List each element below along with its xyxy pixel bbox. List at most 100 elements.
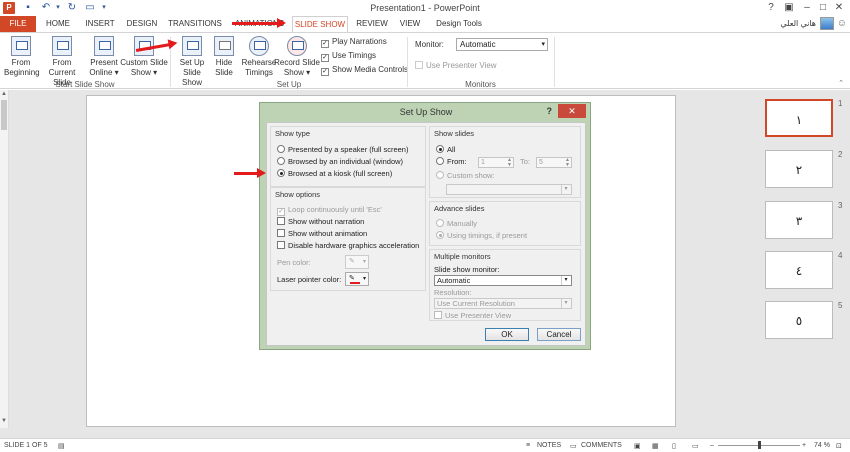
dialog-use-presenter-view-checkbox[interactable]: Use Presenter View (434, 311, 511, 321)
pen-color-picker[interactable]: ✎ ▾ (345, 255, 369, 269)
chevron-down-icon: ▾ (362, 276, 366, 282)
spelling-icon[interactable]: ▤ (58, 442, 65, 450)
slide-number: 2 (838, 150, 843, 159)
chevron-down-icon: ▾ (561, 299, 570, 308)
slide-sorter-icon[interactable]: ▦ (652, 442, 659, 450)
play-narrations-checkbox[interactable]: ✓ Play Narrations (321, 37, 387, 48)
from-slide-stepper[interactable]: 1 ▲ ▼ (478, 157, 514, 168)
fit-slide-icon[interactable]: ⊡ (836, 442, 842, 450)
tab-home[interactable]: HOME (40, 16, 76, 32)
show-without-narration-checkbox[interactable]: Show without narration (277, 217, 364, 227)
stepper-arrows-icon: ▲ ▼ (565, 157, 570, 168)
radio-selected-icon (436, 145, 444, 153)
slide-thumbnail-4[interactable]: ٤ (765, 251, 833, 289)
help-icon[interactable]: ? (764, 1, 778, 15)
show-without-animation-checkbox[interactable]: Show without animation (277, 229, 367, 239)
advance-using-timings-radio[interactable]: Using timings, if present (436, 231, 527, 241)
scroll-down-icon[interactable]: ▼ (1, 418, 7, 424)
zoom-level[interactable]: 74 % (814, 442, 830, 449)
slide-show-view-icon[interactable]: ▭ (692, 442, 699, 450)
maximize-icon[interactable]: □ (816, 1, 830, 15)
vertical-scrollbar[interactable]: ▲ ▼ (0, 90, 9, 428)
scroll-up-icon[interactable]: ▲ (1, 91, 7, 97)
chevron-down-icon: ▾ (362, 259, 366, 265)
use-presenter-view-checkbox: Use Presenter View (415, 61, 497, 70)
to-slide-label: To: (520, 157, 531, 166)
tab-view[interactable]: VIEW (396, 16, 424, 32)
custom-show-select[interactable]: ▾ (446, 184, 572, 195)
tab-insert[interactable]: INSERT (82, 16, 118, 32)
set-up-slide-show-icon (182, 36, 202, 56)
stepper-arrows-icon: ▲ ▼ (507, 157, 512, 168)
present-online-button[interactable]: Present Online ▾ (88, 36, 120, 78)
notes-icon: ≡ (526, 442, 531, 449)
checkbox-icon (277, 229, 285, 237)
disable-hardware-acceleration-checkbox[interactable]: Disable hardware graphics acceleration (277, 241, 419, 251)
zoom-slider-thumb[interactable] (758, 441, 761, 449)
status-bar: SLIDE 1 OF 5 ▤ ≡ NOTES ▭ COMMENTS ▣ ▦ ▯ … (0, 438, 850, 452)
ok-button[interactable]: OK (485, 328, 529, 341)
all-slides-radio[interactable]: All (436, 145, 455, 155)
user-name[interactable]: هاني العلي (780, 19, 816, 28)
zoom-in-icon[interactable]: + (802, 442, 806, 449)
monitor-select[interactable]: Automatic ▾ (456, 38, 548, 51)
slide-thumbnail-1[interactable]: ١ (765, 99, 833, 137)
minimize-icon[interactable]: – (800, 1, 814, 15)
slide-show-monitor-label: Slide show monitor: (434, 265, 500, 274)
group-label-monitors: Monitors (465, 80, 496, 89)
use-timings-checkbox[interactable]: ✓ Use Timings (321, 51, 376, 62)
from-slide-radio[interactable]: From: (436, 157, 467, 167)
collapse-ribbon-icon[interactable]: ⌃ (838, 79, 844, 87)
comments-button[interactable]: COMMENTS (581, 442, 622, 449)
radio-icon (277, 145, 285, 153)
chevron-down-icon: ▾ (561, 185, 570, 194)
dialog-help-button[interactable]: ? (547, 106, 553, 116)
presented-by-speaker-radio[interactable]: Presented by a speaker (full screen) (277, 145, 408, 155)
close-window-icon[interactable]: ✕ (832, 1, 846, 15)
normal-view-icon[interactable]: ▣ (634, 442, 641, 450)
notes-button[interactable]: NOTES (537, 442, 561, 449)
tab-file[interactable]: FILE (0, 16, 36, 32)
record-slide-show-button[interactable]: Record Slide Show ▾ (274, 36, 320, 78)
dialog-close-button[interactable]: ✕ (558, 104, 586, 118)
ribbon-tabs: FILE HOME INSERT DESIGN TRANSITIONS ANIM… (0, 16, 850, 33)
custom-slide-show-button[interactable]: Custom Slide Show ▾ (120, 36, 168, 78)
radio-icon (277, 157, 285, 165)
reading-view-icon[interactable]: ▯ (672, 442, 676, 450)
hide-slide-button[interactable]: Hide Slide (212, 36, 236, 78)
advance-manually-radio[interactable]: Manually (436, 219, 477, 229)
show-media-controls-checkbox[interactable]: ✓ Show Media Controls (321, 65, 408, 76)
avatar[interactable] (820, 17, 834, 30)
tab-design[interactable]: DESIGN (124, 16, 160, 32)
slide-thumbnail-3[interactable]: ٣ (765, 201, 833, 239)
from-beginning-button[interactable]: From Beginning (4, 36, 40, 78)
tab-slide-show[interactable]: SLIDE SHOW (292, 16, 348, 33)
custom-show-radio[interactable]: Custom show: (436, 171, 495, 181)
slide-thumbnail-5[interactable]: ٥ (765, 301, 833, 339)
cancel-button[interactable]: Cancel (537, 328, 581, 341)
slide-number: 1 (838, 99, 843, 108)
from-beginning-icon (11, 36, 31, 56)
resolution-select[interactable]: Use Current Resolution ▾ (434, 298, 572, 309)
slide-show-monitor-select[interactable]: Automatic ▾ (434, 275, 572, 286)
to-slide-stepper[interactable]: 5 ▲ ▼ (536, 157, 572, 168)
group-title: Multiple monitors (434, 252, 491, 261)
group-label-start-slide-show: Start Slide Show (55, 80, 115, 89)
rehearse-timings-button[interactable]: Rehearse Timings (240, 36, 278, 78)
tab-design-tools[interactable]: Design Tools (432, 16, 486, 32)
browsed-at-kiosk-radio[interactable]: Browsed at a kiosk (full screen) (277, 169, 392, 179)
loop-continuously-checkbox[interactable]: ✓ Loop continuously until 'Esc' (277, 205, 382, 216)
scroll-thumb[interactable] (1, 100, 7, 130)
zoom-out-icon[interactable]: – (710, 442, 714, 449)
ribbon-display-icon[interactable]: ▣ (782, 1, 796, 15)
monitor-label: Monitor: (415, 40, 444, 49)
browsed-by-individual-radio[interactable]: Browsed by an individual (window) (277, 157, 403, 167)
feedback-smiley-icon[interactable]: ☺ (837, 18, 847, 29)
laser-pointer-color-picker[interactable]: ✎ ▾ (345, 272, 369, 286)
checkbox-icon (277, 217, 285, 225)
advance-slides-group: Advance slides Manually Using timings, i… (429, 201, 581, 246)
slide-thumbnail-2[interactable]: ٢ (765, 150, 833, 188)
set-up-show-dialog: Set Up Show ? ✕ Show type Presented by a… (259, 102, 591, 350)
tab-transitions[interactable]: TRANSITIONS (166, 16, 224, 32)
tab-review[interactable]: REVIEW (354, 16, 390, 32)
